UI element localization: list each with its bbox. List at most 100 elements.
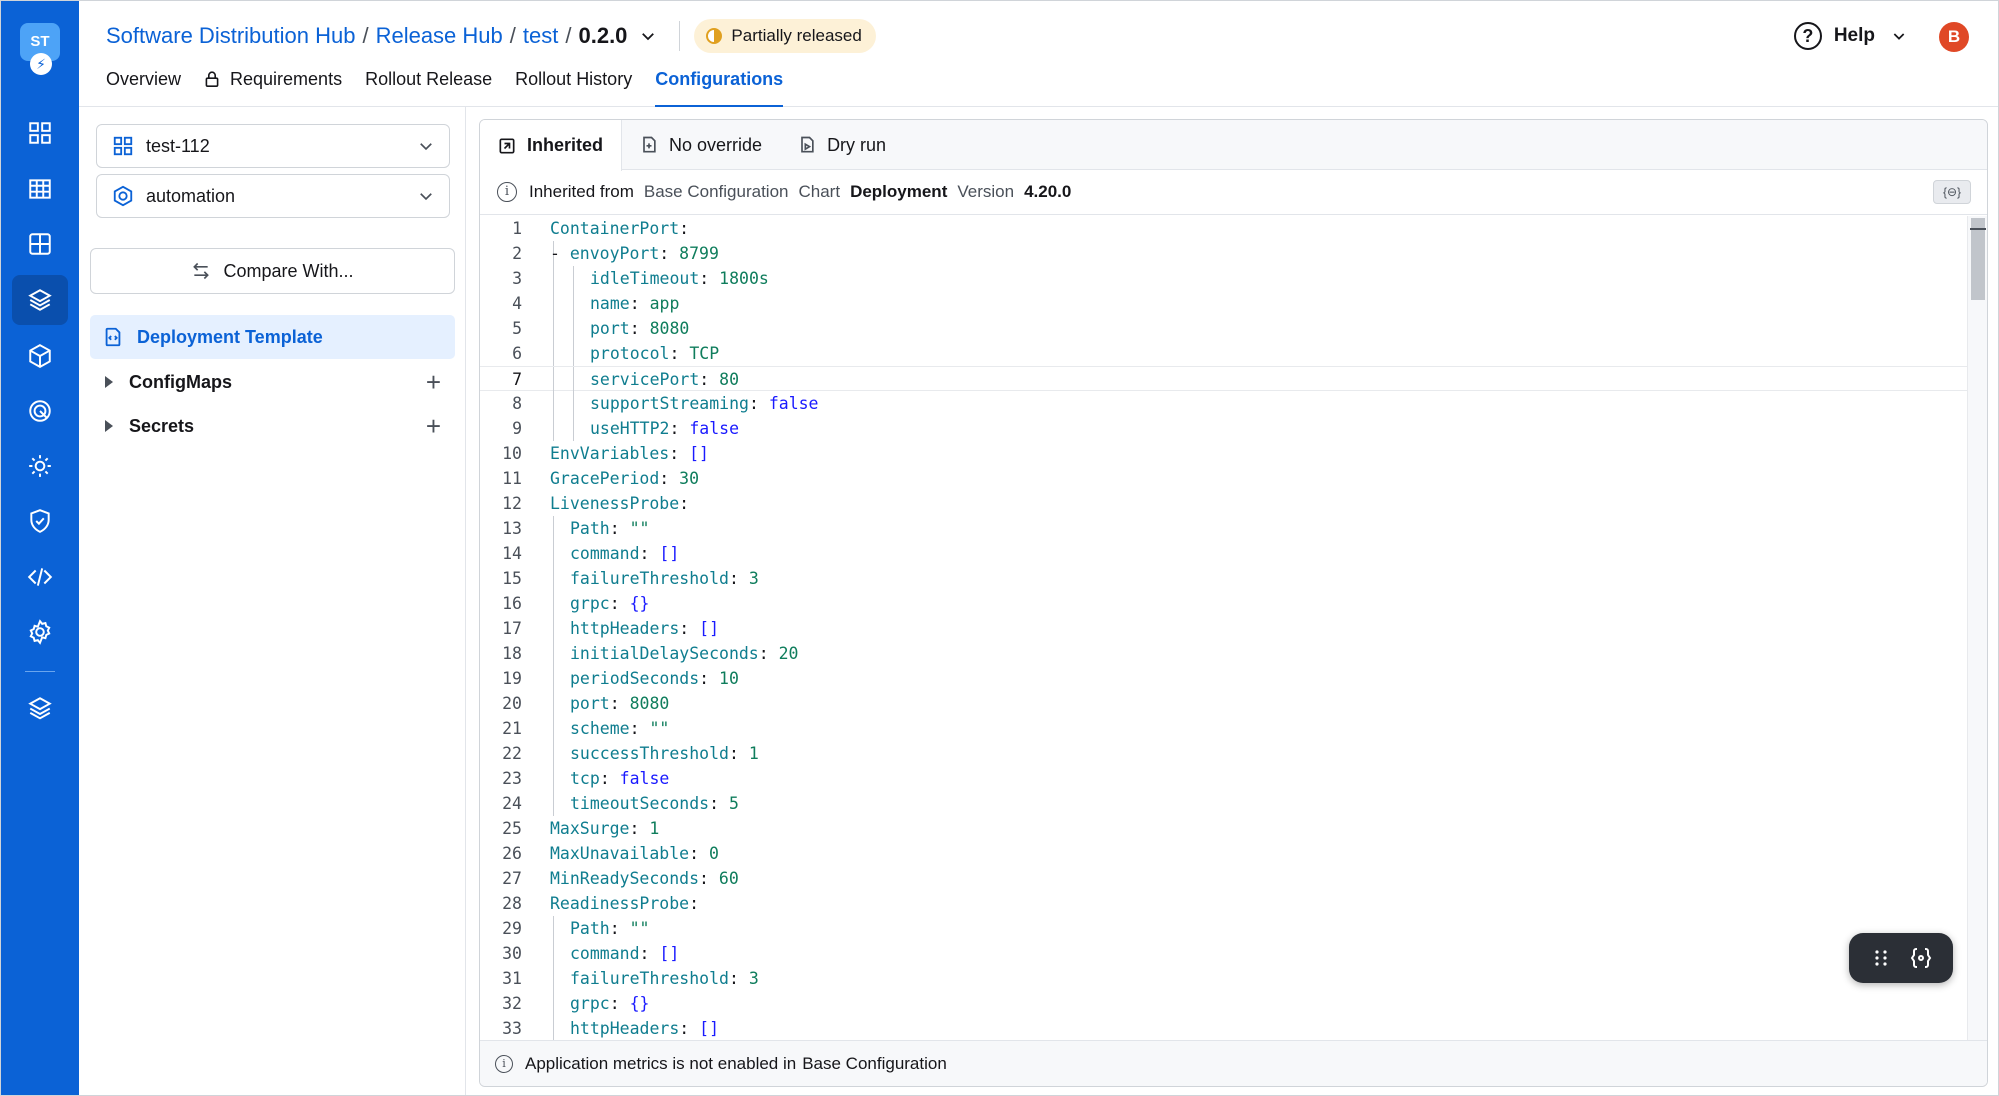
code-line[interactable]: 27 MinReadySeconds: 60 [480,866,1987,891]
metrics-footer: i Application metrics is not enabled in … [480,1040,1987,1086]
line-number: 25 [502,819,522,838]
code-line[interactable]: 25 MaxSurge: 1 [480,816,1987,841]
tab-no-override[interactable]: No override [622,120,780,170]
code-line[interactable]: 22 successThreshold: 1 [480,741,1987,766]
add-secret-button[interactable]: + [426,413,441,439]
code-line[interactable]: 12 LivenessProbe: [480,491,1987,516]
code-line[interactable]: 29 Path: "" [480,916,1987,941]
yaml-key: successThreshold [570,744,729,763]
yaml-key: port [570,694,610,713]
yaml-code-area[interactable]: 1 ContainerPort: 2 - envoyPort: 8799 3 idleTi… [480,216,1987,1041]
version-chevron-down-icon[interactable] [639,27,657,45]
rail-code-icon[interactable] [12,552,68,602]
code-line[interactable]: 31 failureThreshold: 3 [480,966,1987,991]
tab-rollout-history-label: Rollout History [515,69,633,89]
tab-overview-label: Overview [106,69,182,89]
code-line[interactable]: 26 MaxUnavailable: 0 [480,841,1987,866]
indent-guide [573,266,574,291]
code-line[interactable]: 7 servicePort: 80 [480,366,1987,392]
code-line[interactable]: 32 grpc: {} [480,991,1987,1016]
yaml-key: MaxSurge [550,819,630,838]
code-line[interactable]: 19 periodSeconds: 10 [480,666,1987,691]
code-line[interactable]: 4 name: app [480,291,1987,316]
avatar[interactable]: B [1939,22,1969,52]
code-line[interactable]: 8 supportStreaming: false [480,391,1987,416]
code-line[interactable]: 11 GracePeriod: 30 [480,466,1987,491]
tab-rollout-release[interactable]: Rollout Release [365,69,492,107]
code-line[interactable]: 15 failureThreshold: 3 [480,566,1987,591]
secrets-item[interactable]: Secrets + [90,404,455,448]
code-line[interactable]: 21 scheme: "" [480,716,1987,741]
code-line[interactable]: 17 httpHeaders: [] [480,616,1987,641]
code-line[interactable]: 24 timeoutSeconds: 5 [480,791,1987,816]
rail-cube-icon[interactable] [12,331,68,381]
tab-overview[interactable]: Overview [106,69,181,107]
line-number: 13 [502,519,522,538]
rail-release-hub-icon[interactable] [12,275,68,325]
tab-inherited[interactable]: Inherited [480,120,623,171]
yaml-value: 60 [708,869,739,888]
rail-target-icon[interactable] [12,386,68,436]
code-line[interactable]: 6 protocol: TCP [480,341,1987,366]
code-text: command: [] [570,941,679,966]
code-line[interactable]: 30 command: [] [480,941,1987,966]
app-select[interactable]: test-112 [96,124,450,168]
scrollbar-thumb[interactable] [1971,218,1985,300]
compare-with-button[interactable]: Compare With... [90,248,455,294]
code-line[interactable]: 13 Path: "" [480,516,1987,541]
code-line[interactable]: 3 idleTimeout: 1800s [480,266,1987,291]
caret-right-icon[interactable] [105,420,113,432]
tab-no-override-label: No override [669,134,763,155]
tab-rollout-history[interactable]: Rollout History [515,69,632,107]
editor-scrollbar[interactable] [1967,216,1987,1041]
rail-shield-icon[interactable] [12,496,68,546]
tab-requirements[interactable]: Requirements [204,69,342,107]
environment-select[interactable]: automation [96,174,450,218]
rail-apps-icon[interactable] [12,219,68,269]
code-line[interactable]: 18 initialDelaySeconds: 20 [480,641,1987,666]
yaml-colon: : [659,469,670,488]
code-line[interactable]: 1 ContainerPort: [480,216,1987,241]
code-line[interactable]: 33 httpHeaders: [] [480,1016,1987,1041]
yaml-colon: : [679,619,690,638]
rail-table-icon[interactable] [12,164,68,214]
code-line[interactable]: 23 tcp: false [480,766,1987,791]
help-menu[interactable]: ? Help [1793,21,1907,51]
add-configmap-button[interactable]: + [426,369,441,395]
rail-layers-icon[interactable] [12,683,68,733]
page-header: Software Distribution Hub / Release Hub … [79,1,1998,107]
footer-text: Application metrics is not enabled in [525,1053,797,1073]
breadcrumb-release-hub[interactable]: Release Hub [376,23,503,49]
indent-guide [553,691,554,716]
drag-handle-icon[interactable] [1869,946,1893,970]
code-braces-icon[interactable] [1909,946,1933,970]
code-text: ContainerPort: [550,216,689,241]
floating-toolbar [1849,933,1953,983]
rail-gear-icon[interactable] [12,441,68,491]
configmaps-item[interactable]: ConfigMaps + [90,360,455,404]
caret-right-icon[interactable] [105,376,113,388]
breadcrumb-track[interactable]: test [523,23,558,49]
rail-settings-icon[interactable] [12,607,68,657]
yaml-gui-toggle-icon[interactable]: {⊖} [1933,180,1971,204]
indent-guide [553,1016,554,1041]
breadcrumb-root[interactable]: Software Distribution Hub [106,23,355,49]
app-logo[interactable]: ST ⚡ [20,23,60,77]
code-line[interactable]: 20 port: 8080 [480,691,1987,716]
tab-configurations[interactable]: Configurations [655,69,784,107]
deployment-template-item[interactable]: Deployment Template [90,315,455,359]
code-line[interactable]: 16 grpc: {} [480,591,1987,616]
code-text: LivenessProbe: [550,491,689,516]
code-text: initialDelaySeconds: 20 [570,641,799,666]
code-line[interactable]: 10 EnvVariables: [] [480,441,1987,466]
yaml-colon: : [758,644,769,663]
yaml-key: grpc [570,594,610,613]
code-line[interactable]: 14 command: [] [480,541,1987,566]
rail-grid-icon[interactable] [12,108,68,158]
code-line[interactable]: 28 ReadinessProbe: [480,891,1987,916]
code-line[interactable]: 2 - envoyPort: 8799 [480,241,1987,266]
code-line[interactable]: 5 port: 8080 [480,316,1987,341]
code-line[interactable]: 9 useHTTP2: false [480,416,1987,441]
yaml-value: false [609,769,670,788]
tab-dry-run[interactable]: Dry run [780,120,904,170]
